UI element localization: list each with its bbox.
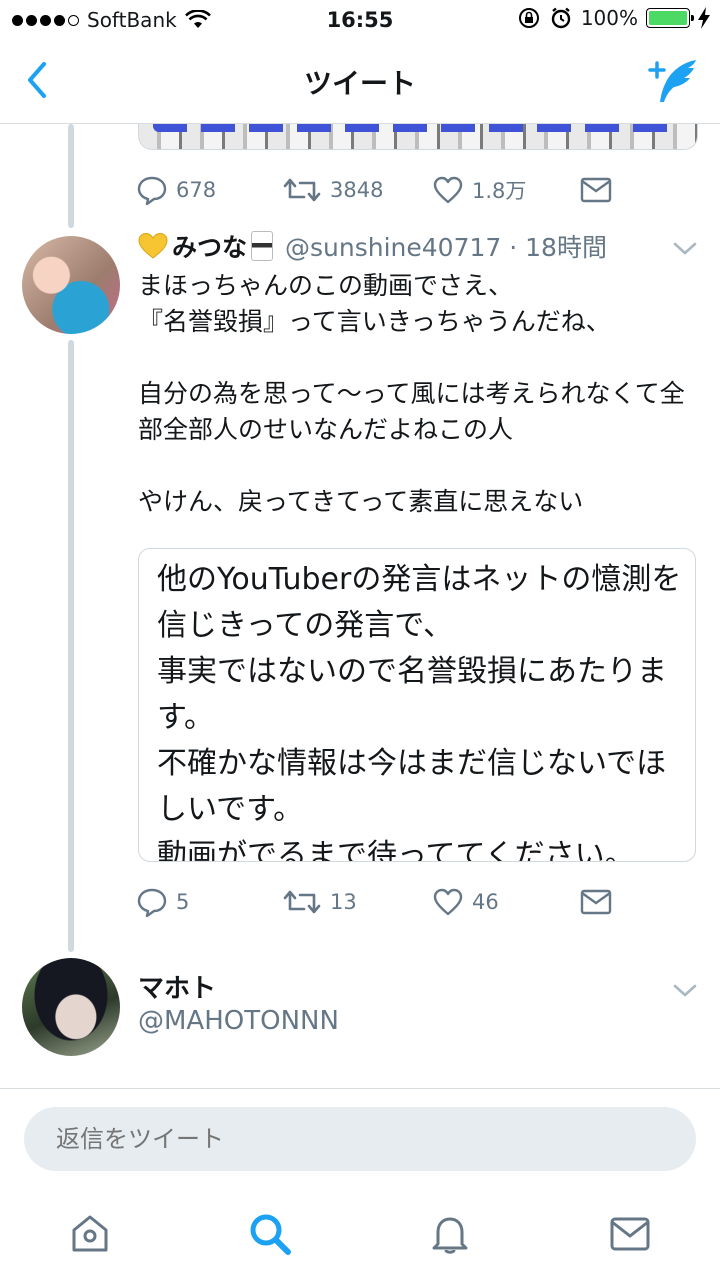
display-name-group[interactable]: みつな [138, 228, 274, 264]
dm-button[interactable] [580, 882, 612, 922]
retweet-icon [283, 890, 321, 914]
navigation-bar: ツイート [0, 40, 720, 124]
retweet-button[interactable]: 3848 [282, 170, 383, 210]
reply-count: 5 [176, 890, 190, 914]
retweet-count: 3848 [330, 178, 384, 202]
tab-messages[interactable] [600, 1206, 660, 1262]
page-title: ツイート [303, 67, 416, 100]
charging-icon [698, 7, 710, 29]
notifications-icon [432, 1217, 468, 1254]
chevron-down-icon[interactable] [672, 982, 698, 1000]
like-button[interactable]: 1.8万 [432, 170, 526, 210]
mail-icon [580, 177, 612, 203]
heart-icon [433, 176, 463, 204]
mail-icon [580, 889, 612, 915]
display-name[interactable]: マホト [138, 968, 216, 1005]
tweet-actions: 5 13 46 [136, 882, 636, 922]
chevron-down-icon[interactable] [672, 240, 698, 258]
reply-count: 678 [176, 178, 217, 202]
reply-bar [0, 1088, 720, 1192]
handle-and-time: @sunshine40717 · 18時間 [285, 233, 607, 262]
reply-icon [137, 888, 167, 918]
reply-button[interactable]: 5 [136, 882, 189, 922]
like-button[interactable]: 46 [432, 882, 499, 922]
retweet-count: 13 [330, 890, 357, 914]
avatar[interactable] [22, 958, 120, 1056]
thread-line-top [68, 124, 74, 228]
compose-tweet-icon[interactable] [646, 56, 700, 106]
tab-notifications[interactable] [420, 1206, 480, 1262]
battery-percent: 100% [580, 6, 638, 30]
messages-icon [610, 1217, 650, 1251]
joker-card-emoji-icon [251, 231, 274, 261]
like-count: 46 [472, 890, 499, 914]
quoted-tweet[interactable]: 他のYouTuberの発言はネットの憶測を信じきっての発言で、 事実ではないので… [138, 548, 696, 862]
tab-home[interactable] [60, 1206, 120, 1262]
thread-line-middle [68, 340, 74, 952]
dm-button[interactable] [580, 170, 612, 210]
retweet-button[interactable]: 13 [282, 882, 357, 922]
previous-tweet-media[interactable] [138, 124, 698, 150]
like-count: 1.8万 [472, 179, 527, 203]
avatar[interactable] [22, 236, 120, 334]
battery-icon [646, 8, 694, 28]
tweet-body: まほっちゃんのこの動画でさえ、 『名誉毀損』って言いきっちゃうんだね、 自分の為… [138, 271, 685, 516]
status-bar: SoftBank 16:55 100% [0, 0, 720, 40]
home-icon [72, 1215, 108, 1252]
tab-bar [0, 1192, 720, 1280]
reply-icon [137, 176, 167, 206]
tab-search[interactable] [240, 1206, 300, 1262]
alarm-icon [551, 7, 571, 29]
quoted-tweet-text: 他のYouTuberの発言はネットの憶測を信じきっての発言で、 事実ではないので… [157, 562, 682, 862]
reply-button[interactable]: 678 [136, 170, 216, 210]
search-icon [250, 1214, 291, 1255]
display-name: みつな [172, 233, 248, 262]
yellow-heart-emoji-icon [138, 232, 168, 259]
reply-input[interactable] [24, 1107, 696, 1171]
previous-tweet-actions: 678 3848 1.8万 [136, 170, 636, 210]
status-right-group: 100% [517, 6, 710, 30]
retweet-icon [283, 178, 321, 202]
handle[interactable]: @MAHOTONNN [138, 1006, 339, 1036]
orientation-lock-icon [518, 8, 539, 28]
heart-icon [433, 888, 463, 916]
tweet-header: みつな @sunshine40717 · 18時間 [138, 228, 607, 264]
